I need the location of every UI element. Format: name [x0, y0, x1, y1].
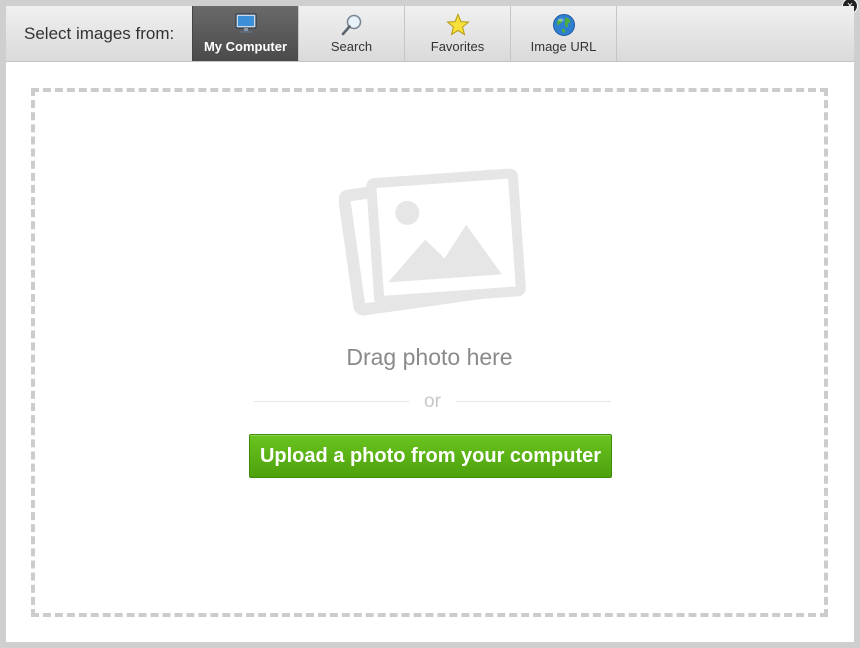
tab-divider [616, 6, 617, 61]
tab-label: My Computer [203, 39, 288, 54]
tab-search[interactable]: Search [298, 6, 404, 61]
photo-placeholder-icon [338, 166, 529, 321]
star-icon [405, 13, 510, 37]
divider-line [456, 401, 611, 402]
upload-photo-button[interactable]: Upload a photo from your computer [249, 434, 612, 478]
tab-label: Favorites [430, 39, 485, 54]
tab-my-computer[interactable]: My Computer [192, 6, 298, 61]
tab-label: Image URL [530, 39, 597, 54]
source-tabs-bar: Select images from: My Computer Search F… [6, 6, 854, 62]
photo-dropzone[interactable]: Drag photo here or Upload a photo from y… [31, 88, 828, 617]
tab-label: Search [330, 39, 373, 54]
monitor-icon [193, 13, 298, 37]
magnifier-icon [299, 13, 404, 37]
or-divider: or [254, 390, 611, 414]
select-images-label: Select images from: [24, 24, 175, 43]
globe-icon [511, 13, 616, 37]
or-text: or [424, 391, 441, 412]
drag-photo-text: Drag photo here [346, 344, 513, 370]
tab-image-url[interactable]: Image URL [510, 6, 616, 61]
image-picker-dialog: × Select images from: My Computer [6, 0, 858, 642]
tab-favorites[interactable]: Favorites [404, 6, 510, 61]
